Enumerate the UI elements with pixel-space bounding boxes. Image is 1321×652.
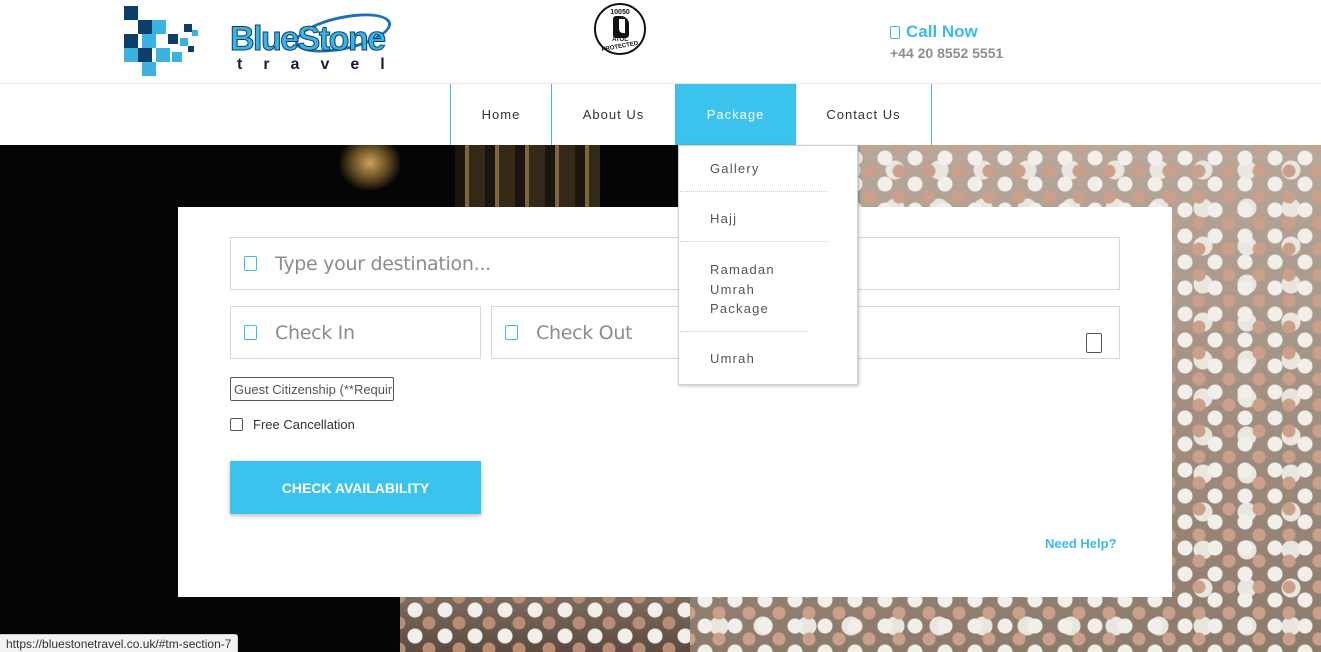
call-now-label: Call Now: [906, 22, 978, 41]
check-in-placeholder: Check In: [275, 321, 355, 344]
logo-wordmark: BlueStone: [230, 20, 387, 59]
atol-badge: 10050 ATOL PROTECTED: [594, 3, 646, 55]
nav-item-home[interactable]: Home: [451, 84, 552, 145]
bluestone-logo[interactable]: BlueStone travel: [122, 4, 402, 76]
free-cancellation-label: Free Cancellation: [253, 417, 355, 432]
destination-placeholder: Type your destination...: [275, 252, 491, 275]
call-now-title: Call Now: [890, 22, 1003, 42]
check-in-field[interactable]: Check In: [230, 306, 481, 359]
location-icon: [244, 256, 257, 271]
guest-citizenship-input[interactable]: Guest Citizenship (**Required): [230, 377, 394, 401]
free-cancellation-option[interactable]: Free Cancellation: [230, 417, 355, 432]
free-cancellation-checkbox[interactable]: [230, 418, 243, 431]
nav-list: Home About Us Package Contact Us: [450, 84, 932, 145]
browser-status-url: https://bluestonetravel.co.uk/#tm-sectio…: [0, 634, 239, 652]
site-header: BlueStone travel 10050 ATOL PROTECTED Ca…: [0, 0, 1321, 84]
calligraphy-band: [455, 145, 600, 207]
phone-icon: [890, 25, 900, 39]
nav-item-contact-us[interactable]: Contact Us: [796, 84, 931, 145]
package-dropdown-menu: Gallery Hajj Ramadan Umrah Package Umrah: [678, 145, 858, 385]
calendar-icon: [244, 325, 257, 340]
calendar-icon: [505, 325, 518, 340]
search-card: Type your destination... Check In Check …: [178, 207, 1172, 597]
dropdown-item-gallery[interactable]: Gallery: [680, 159, 828, 192]
nav-item-package[interactable]: Package: [676, 84, 796, 145]
atol-number: 10050: [610, 9, 630, 16]
logo-mosaic-icon: [122, 6, 202, 76]
check-availability-button[interactable]: CHECK AVAILABILITY: [230, 461, 481, 514]
dropdown-item-ramadan-umrah-package[interactable]: Ramadan Umrah Package: [680, 260, 808, 332]
dropdown-item-hajj[interactable]: Hajj: [680, 209, 828, 242]
atol-mark-icon: [613, 16, 629, 38]
phone-number[interactable]: +44 20 8552 5551: [890, 45, 1003, 61]
main-nav: Home About Us Package Contact Us: [0, 84, 1321, 145]
destination-field[interactable]: Type your destination...: [230, 237, 1120, 290]
need-help-link[interactable]: Need Help?: [1045, 536, 1117, 551]
pilgrims-crowd-bottom: [400, 597, 690, 652]
dropdown-item-umrah[interactable]: Umrah: [680, 349, 828, 369]
check-out-placeholder: Check Out: [536, 321, 633, 344]
nav-item-about-us[interactable]: About Us: [552, 84, 676, 145]
calligraphy-detail: [340, 145, 400, 190]
call-now-block[interactable]: Call Now +44 20 8552 5551: [890, 22, 1003, 61]
guests-icon: [1086, 333, 1102, 353]
logo-subtext: travel: [237, 56, 406, 73]
